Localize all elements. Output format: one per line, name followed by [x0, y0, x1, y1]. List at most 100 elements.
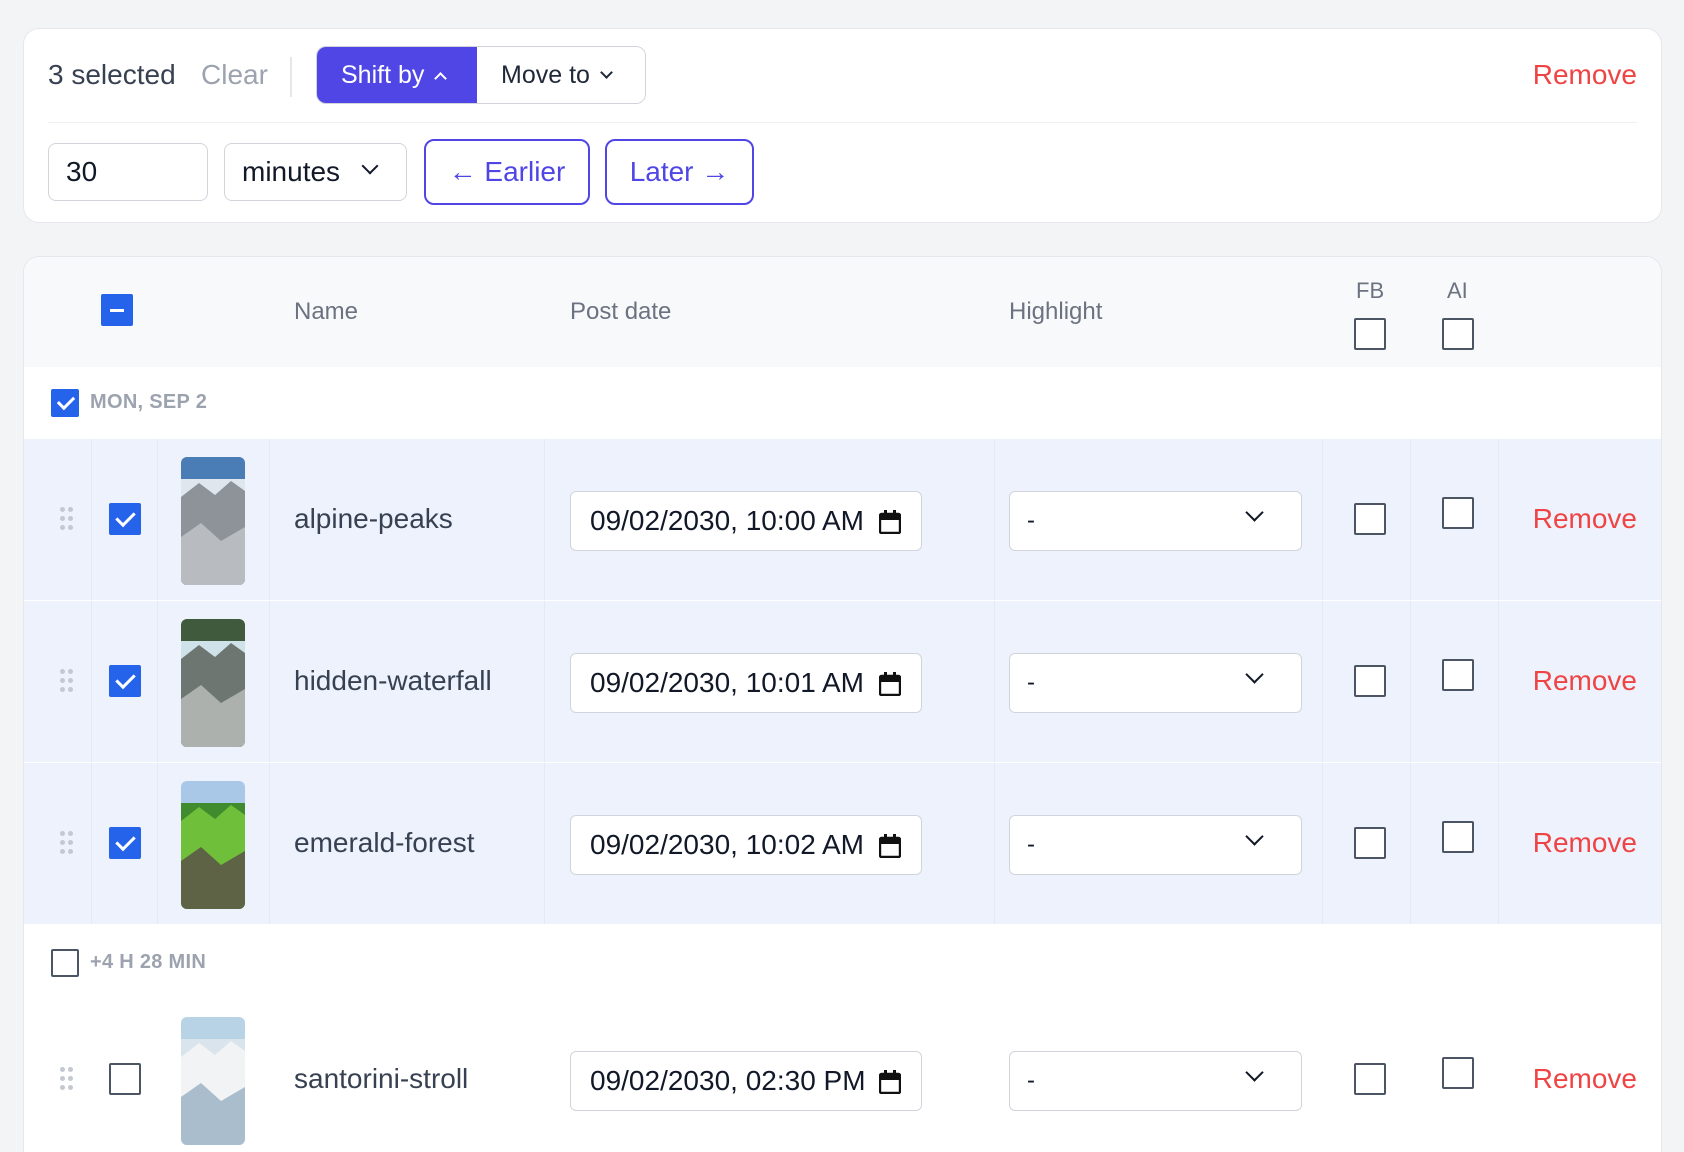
highlight-select[interactable]: - — [1009, 1051, 1302, 1111]
chevron-down-icon — [1245, 665, 1264, 684]
row-select-checkbox[interactable] — [109, 503, 141, 535]
shift-by-label: Shift by — [341, 60, 425, 89]
table-header: Name Post date Highlight FB AI — [24, 257, 1661, 367]
post-date-input[interactable]: 09/02/2030, 02:30 PM — [570, 1051, 922, 1111]
group-select-checkbox[interactable] — [51, 949, 79, 977]
table-row: hidden-waterfall 09/02/2030, 10:01 AM - Re… — [24, 601, 1661, 762]
highlight-value: - — [1027, 507, 1035, 534]
post-thumbnail[interactable] — [181, 1017, 245, 1145]
column-header-ai: AI — [1447, 278, 1468, 303]
remove-row-button[interactable]: Remove — [1533, 665, 1637, 697]
chevron-down-icon — [1245, 1063, 1264, 1082]
post-name: emerald-forest — [294, 827, 475, 858]
shift-earlier-button[interactable]: ← Earlier — [424, 139, 590, 205]
fb-select-all-checkbox[interactable] — [1354, 318, 1386, 350]
fb-checkbox[interactable] — [1354, 665, 1386, 697]
cell-divider — [994, 439, 995, 600]
clear-selection-button[interactable]: Clear — [201, 59, 268, 91]
row-select-checkbox[interactable] — [109, 1063, 141, 1095]
highlight-value: - — [1027, 831, 1035, 858]
column-header-highlight: Highlight — [1009, 298, 1103, 325]
highlight-value: - — [1027, 1067, 1035, 1094]
action-mode-toggle: Shift by Move to — [316, 46, 646, 104]
remove-row-button[interactable]: Remove — [1533, 827, 1637, 859]
select-all-checkbox[interactable] — [101, 294, 133, 326]
cell-divider — [1498, 763, 1499, 924]
cell-divider — [91, 601, 92, 762]
column-header-name: Name — [294, 298, 359, 325]
remove-row-button[interactable]: Remove — [1533, 1063, 1637, 1095]
cell-divider — [1410, 601, 1411, 762]
remove-selected-button[interactable]: Remove — [1533, 59, 1637, 91]
ai-checkbox[interactable] — [1442, 497, 1474, 529]
selection-count: 3 selected — [48, 59, 176, 90]
cell-divider — [544, 439, 545, 600]
post-thumbnail[interactable] — [181, 457, 245, 585]
drag-handle-icon[interactable] — [60, 507, 76, 531]
shift-later-button[interactable]: Later → — [605, 139, 754, 205]
move-to-tab[interactable]: Move to — [477, 47, 645, 103]
cell-divider — [994, 601, 995, 762]
post-date-value: 09/02/2030, 10:01 AM — [590, 667, 864, 698]
drag-handle-icon[interactable] — [60, 669, 76, 693]
move-to-label: Move to — [501, 60, 590, 89]
cell-divider — [269, 601, 270, 762]
cell-divider — [544, 601, 545, 762]
ai-checkbox[interactable] — [1442, 821, 1474, 853]
drag-handle-icon[interactable] — [60, 831, 76, 855]
highlight-select[interactable]: - — [1009, 653, 1302, 713]
row-select-checkbox[interactable] — [109, 827, 141, 859]
post-thumbnail[interactable] — [181, 781, 245, 909]
ai-select-all-checkbox[interactable] — [1442, 318, 1474, 350]
post-date-input[interactable]: 09/02/2030, 10:01 AM — [570, 653, 922, 713]
table-row: emerald-forest 09/02/2030, 10:02 AM - Remo… — [24, 763, 1661, 924]
shift-by-tab[interactable]: Shift by — [317, 47, 477, 103]
date-group-label: +4 H 28 MIN — [90, 951, 207, 973]
calendar-icon[interactable] — [878, 1069, 902, 1095]
ai-checkbox[interactable] — [1442, 1057, 1474, 1089]
date-group-header: +4 H 28 MIN — [24, 927, 1661, 999]
chevron-down-icon — [1245, 503, 1264, 522]
chevron-down-icon — [1245, 827, 1264, 846]
cell-divider — [157, 763, 158, 924]
shift-amount-input[interactable] — [48, 143, 208, 201]
post-date-value: 09/02/2030, 10:02 AM — [590, 829, 864, 860]
calendar-icon[interactable] — [878, 833, 902, 859]
chevron-down-icon — [361, 157, 379, 175]
fb-checkbox[interactable] — [1354, 827, 1386, 859]
fb-checkbox[interactable] — [1354, 1063, 1386, 1095]
post-date-input[interactable]: 09/02/2030, 10:02 AM — [570, 815, 922, 875]
remove-row-button[interactable]: Remove — [1533, 503, 1637, 535]
cell-divider — [994, 763, 995, 924]
post-thumbnail[interactable] — [181, 619, 245, 747]
date-group-label: MON, SEP 2 — [90, 391, 208, 413]
highlight-select[interactable]: - — [1009, 815, 1302, 875]
cell-divider — [91, 439, 92, 600]
chevron-up-icon — [434, 71, 448, 85]
calendar-icon[interactable] — [878, 671, 902, 697]
post-name: hidden-waterfall — [294, 665, 492, 696]
post-date-value: 09/02/2030, 02:30 PM — [590, 1065, 866, 1096]
date-group-header: MON, SEP 2 — [24, 367, 1661, 439]
cell-divider — [544, 763, 545, 924]
drag-handle-icon[interactable] — [60, 1067, 76, 1091]
table-row: santorini-stroll 09/02/2030, 02:30 PM - Re… — [24, 999, 1661, 1152]
cell-divider — [1322, 601, 1323, 762]
calendar-icon[interactable] — [878, 509, 902, 535]
post-date-input[interactable]: 09/02/2030, 10:00 AM — [570, 491, 922, 551]
cell-divider — [1322, 763, 1323, 924]
cell-divider — [157, 601, 158, 762]
cell-divider — [1322, 439, 1323, 600]
divider — [48, 122, 1637, 123]
ai-checkbox[interactable] — [1442, 659, 1474, 691]
divider — [290, 57, 292, 97]
group-select-checkbox[interactable] — [51, 389, 79, 417]
column-header-post-date: Post date — [570, 298, 672, 325]
posts-table: Name Post date Highlight FB AI MON, SEP … — [23, 256, 1662, 1152]
bulk-action-toolbar: 3 selected Clear Shift by Move to Remove… — [23, 28, 1662, 223]
fb-checkbox[interactable] — [1354, 503, 1386, 535]
shift-unit-select[interactable]: minutes — [224, 143, 407, 201]
row-select-checkbox[interactable] — [109, 665, 141, 697]
highlight-select[interactable]: - — [1009, 491, 1302, 551]
cell-divider — [269, 439, 270, 600]
